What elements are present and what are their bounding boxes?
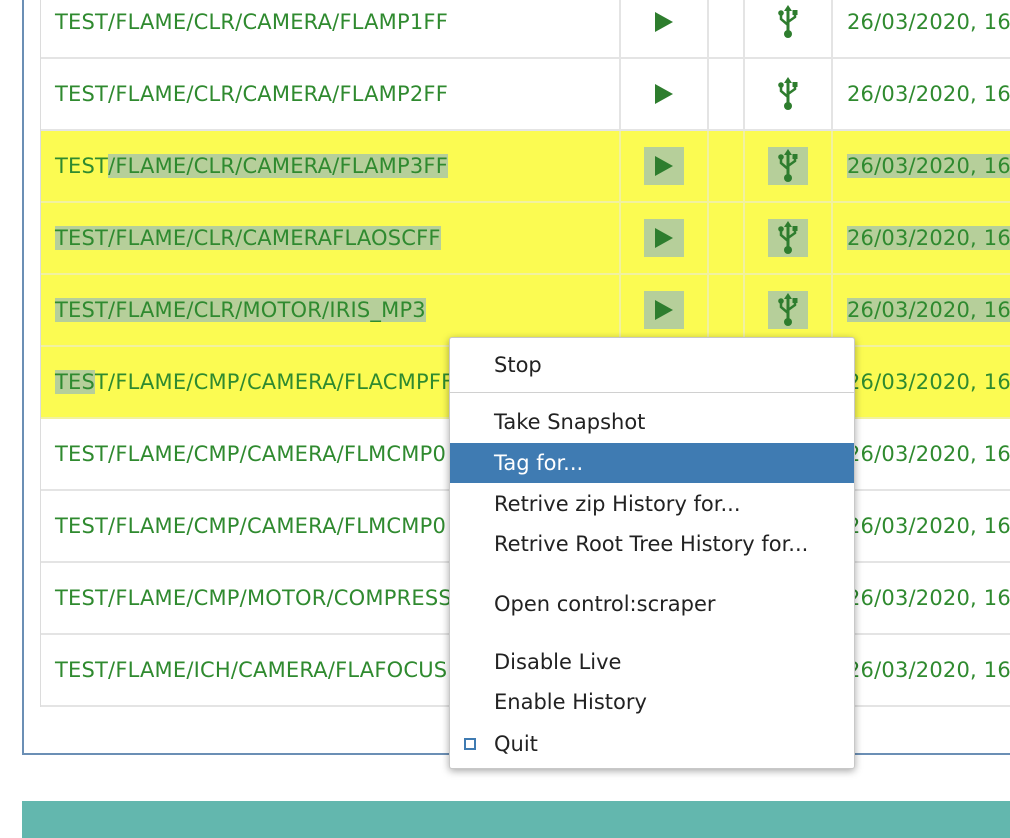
usb-icon[interactable] — [768, 147, 808, 185]
usb-icon[interactable] — [768, 75, 808, 113]
device-name[interactable]: TEST/FLAME/CLR/CAMERAFLAOSCFF — [55, 226, 441, 250]
menu-item-retrive-zip-history[interactable]: Retrive zip History for... — [450, 484, 854, 524]
play-icon[interactable] — [644, 147, 684, 185]
timestamp: 26/03/2020, 16:0 — [847, 658, 1010, 682]
text-selection: TES — [55, 370, 96, 394]
menu-item-retrive-root-tree-history[interactable]: Retrive Root Tree History for... — [450, 524, 854, 564]
menu-item-tag-for[interactable]: Tag for... — [450, 443, 854, 483]
menu-item-disable-live[interactable]: Disable Live — [450, 642, 854, 682]
footer-bar — [22, 801, 1010, 838]
menu-separator — [450, 392, 854, 393]
device-name[interactable]: TEST/FLAME/CMP/CAMERA/FLMCMP0 — [55, 442, 446, 466]
timestamp: 26/03/2020, 16:0 — [847, 226, 1010, 250]
menu-item-stop[interactable]: Stop — [450, 345, 854, 385]
timestamp: 26/03/2020, 16:0 — [847, 442, 1010, 466]
play-icon[interactable] — [644, 291, 684, 329]
menu-item-take-snapshot[interactable]: Take Snapshot — [450, 402, 854, 442]
timestamp: 26/03/2020, 16:0 — [847, 586, 1010, 610]
device-name[interactable]: TEST/FLAME/CMP/CAMERA/FLMCMP0 — [55, 514, 446, 538]
context-menu: Stop Take Snapshot Tag for... Retrive zi… — [449, 337, 855, 769]
menu-item-quit[interactable]: Quit — [450, 724, 854, 764]
device-name[interactable]: TEST/FLAME/CMP/MOTOR/COMPRESS — [55, 586, 452, 610]
device-name[interactable]: TEST/FLAME/CLR/CAMERA/FLAMP3FF — [55, 154, 448, 178]
usb-icon[interactable] — [768, 291, 808, 329]
timestamp: 26/03/2020, 16:0 — [847, 298, 1010, 322]
table-row[interactable]: TEST/FLAME/CLR/CAMERA/FLAMP1FF 26/03/202… — [41, 0, 1010, 59]
device-name[interactable]: TEST/FLAME/CMP/CAMERA/FLACMPFF — [55, 370, 453, 394]
table-row[interactable]: TEST/FLAME/CLR/CAMERA/FLAMP2FF 26/03/202… — [41, 59, 1010, 131]
menu-item-open-control[interactable]: Open control:scraper — [450, 584, 854, 624]
menu-item-enable-history[interactable]: Enable History — [450, 682, 854, 722]
usb-icon[interactable] — [768, 3, 808, 41]
table-row[interactable]: TEST/FLAME/CLR/CAMERA/FLAMP3FF 26/03/202… — [41, 131, 1010, 203]
play-icon[interactable] — [644, 219, 684, 257]
timestamp: 26/03/2020, 16:0 — [847, 10, 1010, 34]
play-icon[interactable] — [644, 3, 684, 41]
timestamp: 26/03/2020, 16:0 — [847, 82, 1010, 106]
text-selection: TEST/FLAME/CLR/CAMERAFLAOSCFF — [55, 226, 441, 250]
device-name[interactable]: TEST/FLAME/CLR/CAMERA/FLAMP2FF — [55, 82, 448, 106]
play-icon[interactable] — [644, 75, 684, 113]
usb-icon[interactable] — [768, 219, 808, 257]
device-name[interactable]: TEST/FLAME/CLR/MOTOR/IRIS_MP3 — [55, 298, 426, 322]
timestamp: 26/03/2020, 16:0 — [847, 370, 1010, 394]
timestamp: 26/03/2020, 16:0 — [847, 514, 1010, 538]
device-name[interactable]: TEST/FLAME/ICH/CAMERA/FLAFOCUS — [55, 658, 447, 682]
table-row[interactable]: TEST/FLAME/CLR/CAMERAFLAOSCFF 26/03/2020… — [41, 203, 1010, 275]
text-selection: /FLAME/CLR/CAMERA/FLAMP3FF — [108, 154, 448, 178]
timestamp: 26/03/2020, 16:0 — [847, 154, 1010, 178]
text-selection: TEST/FLAME/CLR/MOTOR/IRIS_MP3 — [55, 298, 426, 322]
device-name[interactable]: TEST/FLAME/CLR/CAMERA/FLAMP1FF — [55, 10, 448, 34]
